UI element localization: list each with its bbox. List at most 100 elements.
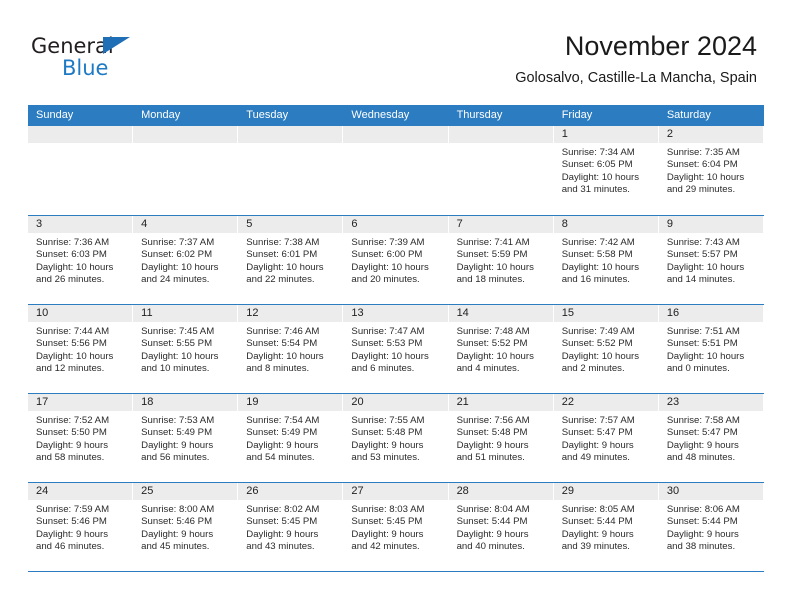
day-daylight-line1: Daylight: 10 hours bbox=[456, 261, 534, 273]
weekday-header-wednesday: Wednesday bbox=[351, 109, 410, 121]
weekday-header-friday: Friday bbox=[561, 109, 593, 121]
day-cell-27[interactable]: 27 Sunrise: 8:03 AM Sunset: 5:45 PM Dayligh… bbox=[343, 483, 449, 571]
day-cell-13[interactable]: 13 Sunrise: 7:47 AM Sunset: 5:53 PM Dayligh… bbox=[343, 305, 449, 393]
day-cell-3[interactable]: 3 Sunrise: 7:36 AM Sunset: 6:03 PM Daylight… bbox=[28, 216, 134, 304]
day-sunset: Sunset: 5:57 PM bbox=[666, 249, 738, 261]
day-sunset: Sunset: 5:51 PM bbox=[666, 338, 738, 350]
day-cell-4[interactable]: 4 Sunrise: 7:37 AM Sunset: 6:02 PM Daylight… bbox=[133, 216, 239, 304]
calendar-week-row: 17 Sunrise: 7:52 AM Sunset: 5:50 PM Dayligh… bbox=[28, 393, 764, 482]
day-number: 26 bbox=[238, 483, 343, 500]
day-number bbox=[133, 126, 238, 143]
day-cell-28[interactable]: 28 Sunrise: 8:04 AM Sunset: 5:44 PM Dayligh… bbox=[448, 483, 554, 571]
day-cell-7[interactable]: 7 Sunrise: 7:41 AM Sunset: 5:59 PM Daylight… bbox=[448, 216, 554, 304]
day-cell-25[interactable]: 25 Sunrise: 8:00 AM Sunset: 5:46 PM Dayligh… bbox=[133, 483, 239, 571]
day-cell-23[interactable]: 23 Sunrise: 7:58 AM Sunset: 5:47 PM Dayligh… bbox=[658, 394, 764, 482]
day-daylight-line2: and 53 minutes. bbox=[351, 451, 420, 463]
day-daylight-line2: and 46 minutes. bbox=[36, 540, 105, 552]
day-cell-19[interactable]: 19 Sunrise: 7:54 AM Sunset: 5:49 PM Dayligh… bbox=[238, 394, 344, 482]
day-number bbox=[238, 126, 343, 143]
day-number: 29 bbox=[553, 483, 658, 500]
day-sunset: Sunset: 6:02 PM bbox=[141, 249, 213, 261]
day-number: 27 bbox=[343, 483, 448, 500]
day-cell-5[interactable]: 5 Sunrise: 7:38 AM Sunset: 6:01 PM Daylight… bbox=[238, 216, 344, 304]
day-cell-empty[interactable] bbox=[238, 126, 344, 214]
day-daylight-line1: Daylight: 9 hours bbox=[561, 439, 634, 451]
day-cell-30[interactable]: 30 Sunrise: 8:06 AM Sunset: 5:44 PM Dayligh… bbox=[658, 483, 764, 571]
day-daylight-line2: and 39 minutes. bbox=[561, 540, 630, 552]
page-header: General Blue November 2024 Golosalvo, Ca… bbox=[0, 0, 792, 104]
day-sunrise: Sunrise: 7:55 AM bbox=[351, 415, 425, 426]
day-sunrise: Sunrise: 7:47 AM bbox=[351, 326, 425, 337]
day-daylight-line2: and 2 minutes. bbox=[561, 362, 625, 374]
day-number: 15 bbox=[553, 305, 658, 322]
day-cell-6[interactable]: 6 Sunrise: 7:39 AM Sunset: 6:00 PM Daylight… bbox=[343, 216, 449, 304]
day-sunrise: Sunrise: 7:48 AM bbox=[456, 326, 530, 337]
day-daylight-line2: and 10 minutes. bbox=[141, 362, 210, 374]
day-sunrise: Sunrise: 7:39 AM bbox=[351, 237, 425, 248]
day-daylight-line1: Daylight: 9 hours bbox=[246, 528, 319, 540]
day-details: Sunrise: 7:58 AM Sunset: 5:47 PM Daylight:… bbox=[659, 411, 763, 464]
day-sunset: Sunset: 5:45 PM bbox=[351, 516, 423, 528]
day-cell-21[interactable]: 21 Sunrise: 7:56 AM Sunset: 5:48 PM Dayligh… bbox=[448, 394, 554, 482]
weekday-header-tuesday: Tuesday bbox=[246, 109, 289, 121]
weekday-header-sunday: Sunday bbox=[36, 109, 74, 121]
day-cell-11[interactable]: 11 Sunrise: 7:45 AM Sunset: 5:55 PM Dayligh… bbox=[133, 305, 239, 393]
calendar-grid: Sunday Monday Tuesday Wednesday Thursday Frid… bbox=[28, 105, 764, 572]
day-sunset: Sunset: 5:52 PM bbox=[456, 338, 528, 350]
day-cell-empty[interactable] bbox=[448, 126, 554, 214]
day-sunrise: Sunrise: 7:46 AM bbox=[246, 326, 320, 337]
day-cell-22[interactable]: 22 Sunrise: 7:57 AM Sunset: 5:47 PM Dayligh… bbox=[553, 394, 659, 482]
calendar-page: General Blue November 2024 Golosalvo, Ca… bbox=[0, 0, 792, 612]
day-cell-20[interactable]: 20 Sunrise: 7:55 AM Sunset: 5:48 PM Dayligh… bbox=[343, 394, 449, 482]
day-cell-empty[interactable] bbox=[133, 126, 239, 214]
day-daylight-line1: Daylight: 9 hours bbox=[141, 439, 214, 451]
day-cell-16[interactable]: 16 Sunrise: 7:51 AM Sunset: 5:51 PM Dayligh… bbox=[658, 305, 764, 393]
day-number: 21 bbox=[448, 394, 553, 411]
title-block: November 2024 Golosalvo, Castille-La Man… bbox=[515, 30, 757, 88]
day-details: Sunrise: 7:49 AM Sunset: 5:52 PM Daylight:… bbox=[554, 322, 658, 375]
day-cell-15[interactable]: 15 Sunrise: 7:49 AM Sunset: 5:52 PM Dayligh… bbox=[553, 305, 659, 393]
day-number: 12 bbox=[238, 305, 343, 322]
generalblue-logo[interactable]: General Blue bbox=[31, 34, 211, 86]
day-details: Sunrise: 7:35 AM Sunset: 6:04 PM Daylight:… bbox=[659, 143, 763, 196]
day-daylight-line2: and 42 minutes. bbox=[351, 540, 420, 552]
day-daylight-line2: and 31 minutes. bbox=[561, 183, 630, 195]
day-details: Sunrise: 7:45 AM Sunset: 5:55 PM Daylight:… bbox=[133, 322, 237, 375]
day-cell-14[interactable]: 14 Sunrise: 7:48 AM Sunset: 5:52 PM Dayligh… bbox=[448, 305, 554, 393]
day-daylight-line2: and 49 minutes. bbox=[561, 451, 630, 463]
day-daylight-line2: and 16 minutes. bbox=[561, 273, 630, 285]
day-sunrise: Sunrise: 7:41 AM bbox=[456, 237, 530, 248]
day-daylight-line2: and 54 minutes. bbox=[246, 451, 315, 463]
day-sunrise: Sunrise: 7:38 AM bbox=[246, 237, 320, 248]
day-daylight-line1: Daylight: 10 hours bbox=[561, 261, 640, 273]
day-number: 30 bbox=[658, 483, 763, 500]
day-cell-17[interactable]: 17 Sunrise: 7:52 AM Sunset: 5:50 PM Dayligh… bbox=[28, 394, 134, 482]
day-daylight-line2: and 18 minutes. bbox=[456, 273, 525, 285]
logo-triangle-icon bbox=[103, 37, 130, 54]
day-cell-26[interactable]: 26 Sunrise: 8:02 AM Sunset: 5:45 PM Dayligh… bbox=[238, 483, 344, 571]
day-details: Sunrise: 7:51 AM Sunset: 5:51 PM Daylight:… bbox=[659, 322, 763, 375]
day-cell-18[interactable]: 18 Sunrise: 7:53 AM Sunset: 5:49 PM Dayligh… bbox=[133, 394, 239, 482]
day-cell-8[interactable]: 8 Sunrise: 7:42 AM Sunset: 5:58 PM Daylight… bbox=[553, 216, 659, 304]
day-details: Sunrise: 7:39 AM Sunset: 6:00 PM Daylight:… bbox=[343, 233, 447, 286]
day-cell-1[interactable]: 1 Sunrise: 7:34 AM Sunset: 6:05 PM Daylight… bbox=[553, 126, 659, 214]
day-cell-2[interactable]: 2 Sunrise: 7:35 AM Sunset: 6:04 PM Daylight… bbox=[658, 126, 764, 214]
day-daylight-line1: Daylight: 9 hours bbox=[666, 528, 739, 540]
day-sunset: Sunset: 5:46 PM bbox=[141, 516, 213, 528]
day-cell-empty[interactable] bbox=[343, 126, 449, 214]
day-cell-empty[interactable] bbox=[28, 126, 134, 214]
day-cell-29[interactable]: 29 Sunrise: 8:05 AM Sunset: 5:44 PM Dayligh… bbox=[553, 483, 659, 571]
day-details: Sunrise: 7:44 AM Sunset: 5:56 PM Daylight:… bbox=[28, 322, 132, 375]
day-cell-24[interactable]: 24 Sunrise: 7:59 AM Sunset: 5:46 PM Dayligh… bbox=[28, 483, 134, 571]
day-number: 25 bbox=[133, 483, 238, 500]
day-sunset: Sunset: 5:49 PM bbox=[246, 427, 318, 439]
day-cell-9[interactable]: 9 Sunrise: 7:43 AM Sunset: 5:57 PM Daylight… bbox=[658, 216, 764, 304]
day-number: 14 bbox=[448, 305, 553, 322]
day-sunrise: Sunrise: 7:36 AM bbox=[36, 237, 110, 248]
day-details: Sunrise: 7:56 AM Sunset: 5:48 PM Daylight:… bbox=[449, 411, 553, 464]
day-cell-12[interactable]: 12 Sunrise: 7:46 AM Sunset: 5:54 PM Dayligh… bbox=[238, 305, 344, 393]
day-cell-10[interactable]: 10 Sunrise: 7:44 AM Sunset: 5:56 PM Dayligh… bbox=[28, 305, 134, 393]
weekday-header-row: Sunday Monday Tuesday Wednesday Thursday Frid… bbox=[28, 105, 764, 126]
day-number bbox=[343, 126, 448, 143]
day-number: 7 bbox=[448, 216, 553, 233]
